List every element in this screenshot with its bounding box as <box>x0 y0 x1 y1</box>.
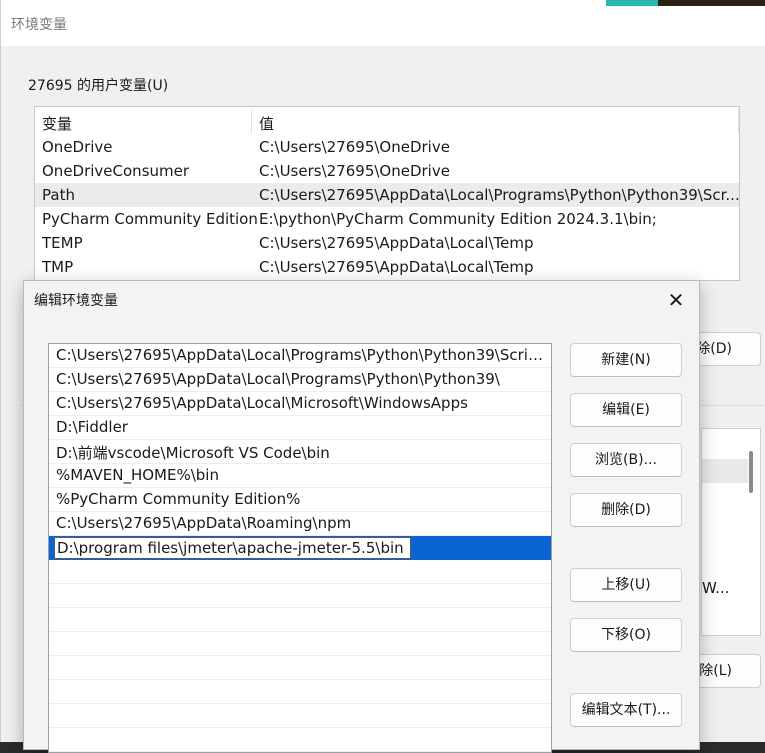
path-entry[interactable]: C:\Users\27695\AppData\Local\Microsoft\W… <box>49 392 551 416</box>
edit-button[interactable]: 编辑(E) <box>570 393 682 427</box>
system-delete-button-label: 除(L) <box>699 663 732 679</box>
new-button[interactable]: 新建(N) <box>570 343 682 377</box>
path-entry-text: C:\Users\27695\AppData\Local\Programs\Py… <box>56 370 500 388</box>
user-delete-button-label: 除(D) <box>696 341 732 357</box>
system-list-scrollbar[interactable] <box>749 451 753 493</box>
variable-value: C:\Users\27695\OneDrive <box>259 138 450 156</box>
variable-name: TEMP <box>42 234 83 252</box>
variable-name: PyCharm Community Edition <box>42 210 258 228</box>
desktop-background-strip <box>606 0 658 6</box>
dialog-title: 编辑环境变量 <box>34 293 118 309</box>
path-entry-text: %PyCharm Community Edition% <box>56 490 301 508</box>
empty-path-row[interactable] <box>49 560 551 584</box>
empty-path-row[interactable] <box>49 704 551 728</box>
close-icon[interactable]: ✕ <box>659 285 693 315</box>
empty-path-row[interactable] <box>49 584 551 608</box>
path-entry-text: C:\Users\27695\AppData\Local\Programs\Py… <box>56 346 546 364</box>
move-up-button[interactable]: 上移(U) <box>570 568 682 602</box>
move-down-button[interactable]: 下移(O) <box>570 618 682 652</box>
variable-value: C:\Users\27695\AppData\Local\Temp <box>259 234 534 252</box>
column-header-variable[interactable]: 变量 <box>42 113 72 134</box>
empty-path-row[interactable] <box>49 632 551 656</box>
list-header: 变量 值 <box>35 107 739 136</box>
window-titlebar: 环境变量 <box>1 0 765 46</box>
system-variables-list[interactable]: W... <box>701 428 761 636</box>
path-entry-text: D:\前端vscode\Microsoft VS Code\bin <box>56 444 330 462</box>
user-variable-row[interactable]: OneDriveConsumer C:\Users\27695\OneDrive <box>35 159 739 183</box>
column-separator[interactable] <box>738 109 739 134</box>
system-list-partial-text: W... <box>702 579 730 597</box>
column-header-value[interactable]: 值 <box>259 113 274 134</box>
path-entry-text: C:\Users\27695\AppData\Local\Microsoft\W… <box>56 394 468 412</box>
path-entries-list[interactable]: C:\Users\27695\AppData\Local\Programs\Py… <box>48 343 552 753</box>
user-variable-row[interactable]: Path C:\Users\27695\AppData\Local\Program… <box>35 183 740 207</box>
path-entry[interactable]: C:\Users\27695\AppData\Roaming\npm <box>49 512 551 536</box>
path-entry[interactable]: D:\Fiddler <box>49 416 551 440</box>
user-variable-row[interactable]: PyCharm Community Edition E:\python\PyCha… <box>35 207 739 231</box>
user-variables-group-label: 27695 的用户变量(U) <box>28 78 169 94</box>
path-entry[interactable]: C:\Users\27695\AppData\Local\Programs\Py… <box>49 344 551 368</box>
user-variable-row[interactable]: TEMP C:\Users\27695\AppData\Local\Temp <box>35 231 739 255</box>
path-edit-input[interactable] <box>54 537 411 559</box>
dialog-titlebar[interactable]: 编辑环境变量 ✕ <box>24 281 699 319</box>
edit-text-button[interactable]: 编辑文本(T)... <box>570 693 682 727</box>
user-variable-row[interactable]: TMP C:\Users\27695\AppData\Local\Temp <box>35 255 739 279</box>
variable-value: C:\Users\27695\AppData\Local\Programs\Py… <box>259 186 740 204</box>
path-entry[interactable]: C:\Users\27695\AppData\Local\Programs\Py… <box>49 368 551 392</box>
empty-path-row[interactable] <box>49 728 551 752</box>
empty-path-row[interactable] <box>49 656 551 680</box>
edit-environment-variable-dialog: 编辑环境变量 ✕ C:\Users\27695\AppData\Local\Pr… <box>23 280 700 753</box>
variable-value: C:\Users\27695\OneDrive <box>259 162 450 180</box>
column-separator[interactable] <box>251 109 252 134</box>
variable-value: E:\python\PyCharm Community Edition 2024… <box>259 210 657 228</box>
variable-value: C:\Users\27695\AppData\Local\Temp <box>259 258 534 276</box>
path-entry-text: C:\Users\27695\AppData\Roaming\npm <box>56 514 352 532</box>
desktop-background-strip-dark <box>658 0 765 6</box>
path-entry[interactable]: %PyCharm Community Edition% <box>49 488 551 512</box>
variable-name: OneDriveConsumer <box>42 162 190 180</box>
path-entry[interactable]: D:\前端vscode\Microsoft VS Code\bin <box>49 440 551 464</box>
window-title: 环境变量 <box>11 17 67 33</box>
user-variables-list[interactable]: 变量 值 OneDrive C:\Users\27695\OneDrive OneD… <box>34 106 740 281</box>
path-row-editing[interactable] <box>49 536 551 560</box>
variable-name: TMP <box>42 258 74 276</box>
user-variable-row[interactable]: OneDrive C:\Users\27695\OneDrive <box>35 135 739 159</box>
variable-name: OneDrive <box>42 138 113 156</box>
path-entry-text: %MAVEN_HOME%\bin <box>56 466 219 484</box>
delete-button[interactable]: 删除(D) <box>570 493 682 527</box>
empty-path-row[interactable] <box>49 680 551 704</box>
path-entry-text: D:\Fiddler <box>56 418 128 436</box>
empty-path-row[interactable] <box>49 608 551 632</box>
path-entry[interactable]: %MAVEN_HOME%\bin <box>49 464 551 488</box>
variable-name: Path <box>42 186 75 204</box>
system-list-selected-row[interactable] <box>702 459 748 483</box>
browse-button[interactable]: 浏览(B)... <box>570 443 682 477</box>
